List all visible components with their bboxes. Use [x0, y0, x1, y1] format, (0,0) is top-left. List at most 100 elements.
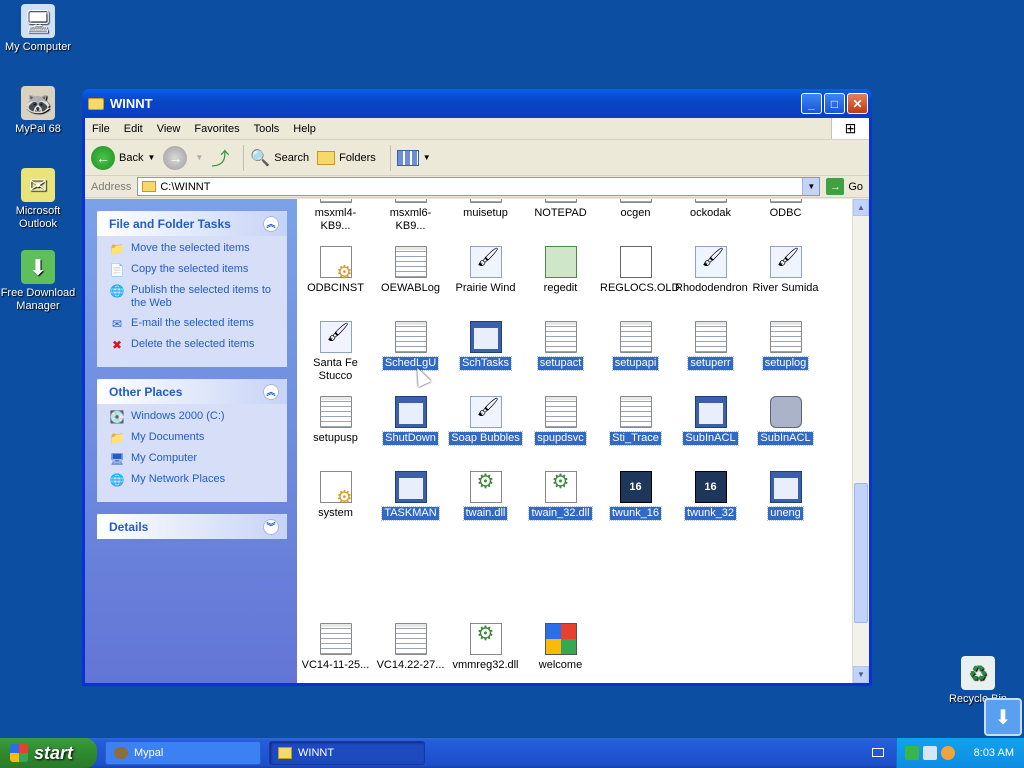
menu-file[interactable]: File	[85, 123, 117, 135]
menu-edit[interactable]: Edit	[117, 123, 150, 135]
file-item[interactable]: SchTasks	[448, 321, 523, 371]
views-icon	[396, 149, 419, 166]
maximize-button[interactable]: □	[824, 93, 845, 114]
file-16-icon: 16	[694, 471, 727, 503]
toolbar: ← Back ▼ → ▼ ⤴ 🔍 Search Folders ▼	[85, 140, 869, 176]
search-button[interactable]: 🔍 Search	[250, 148, 309, 168]
place-network[interactable]: 🌐 My Network Places	[109, 473, 279, 487]
file-item[interactable]: River Sumida	[748, 246, 823, 295]
back-button[interactable]: ← Back ▼	[91, 145, 155, 170]
keyboard-icon[interactable]	[872, 748, 884, 757]
file-item[interactable]: Prairie Wind	[448, 246, 523, 295]
scroll-thumb[interactable]	[854, 483, 868, 623]
expand-icon[interactable]: ︾	[263, 518, 279, 535]
file-item[interactable]: ocgen	[598, 199, 673, 220]
file-item[interactable]: OEWABLog	[373, 246, 448, 295]
task-delete[interactable]: ✖ Delete the selected items	[109, 338, 279, 352]
file-item[interactable]: VC14.22-27...	[373, 623, 448, 672]
file-item[interactable]: setupapi	[598, 321, 673, 371]
file-item[interactable]: SubInACL	[673, 396, 748, 446]
file-item[interactable]: 16 twunk_16	[598, 471, 673, 521]
scroll-down-button[interactable]: ▼	[853, 666, 869, 683]
go-button[interactable]: → Go	[826, 178, 863, 195]
file-item[interactable]: ShutDown	[373, 396, 448, 446]
menu-help[interactable]: Help	[286, 123, 323, 135]
file-item[interactable]: ODBC	[748, 199, 823, 220]
scroll-down-overlay-button[interactable]: ⬇	[984, 698, 1022, 736]
scroll-up-button[interactable]: ▲	[853, 199, 869, 216]
place-windows-drive[interactable]: 💽 Windows 2000 (C:)	[109, 410, 279, 424]
forward-button[interactable]: → ▼	[163, 145, 203, 170]
tray-search-icon[interactable]	[941, 746, 955, 760]
file-item[interactable]: regedit	[523, 246, 598, 295]
file-item[interactable]: 16 twunk_32	[673, 471, 748, 521]
file-item[interactable]: NOTEPAD	[523, 199, 598, 220]
folder-icon	[142, 181, 157, 192]
close-button[interactable]: ✕	[847, 93, 868, 114]
file-item[interactable]: spupdsvc	[523, 396, 598, 446]
views-button[interactable]: ▼	[396, 149, 431, 166]
file-item[interactable]: setuperr	[673, 321, 748, 371]
file-item[interactable]: SchedLgU	[373, 321, 448, 371]
taskbar-item-mypal[interactable]: Mypal	[105, 741, 261, 765]
file-item[interactable]: vmmreg32.dll	[448, 623, 523, 672]
file-item[interactable]: setupusp	[298, 396, 373, 445]
file-item[interactable]: twain.dll	[448, 471, 523, 521]
file-item[interactable]: setuplog	[748, 321, 823, 371]
minimize-button[interactable]: _	[801, 93, 822, 114]
file-item[interactable]: ODBCINST	[298, 246, 373, 295]
task-move[interactable]: 📁 Move the selected items	[109, 242, 279, 256]
file-item[interactable]: REGLOCS.OLD	[598, 246, 679, 295]
up-folder-button[interactable]: ⤴	[211, 145, 229, 171]
desktop-icon-fdm[interactable]: ⬇ Free Download Manager	[0, 250, 76, 313]
clock[interactable]: 8:03 AM	[974, 747, 1014, 759]
file-item[interactable]: Rhododendron	[673, 246, 748, 295]
place-my-documents[interactable]: 📁 My Documents	[109, 431, 279, 445]
task-email[interactable]: ✉ E-mail the selected items	[109, 317, 279, 331]
file-item[interactable]: uneng	[748, 471, 823, 521]
file-item[interactable]: ockodak	[673, 199, 748, 220]
other-places-header[interactable]: Other Places ︽	[97, 379, 287, 404]
collapse-icon[interactable]: ︽	[263, 215, 279, 232]
file-item[interactable]: msxml4-KB9...	[298, 199, 373, 233]
file-item[interactable]: twain_32.dll	[523, 471, 598, 521]
file-item[interactable]: Soap Bubbles	[448, 396, 523, 446]
file-item[interactable]: SubInACL	[748, 396, 823, 446]
file-tasks-header[interactable]: File and Folder Tasks ︽	[97, 211, 287, 236]
title-bar[interactable]: WINNT _ □ ✕	[82, 89, 872, 118]
desktop-icon-mypal[interactable]: 🦝 MyPal 68	[0, 86, 76, 136]
address-input[interactable]: C:\WINNT ▼	[137, 177, 821, 196]
address-dropdown-button[interactable]: ▼	[802, 178, 820, 195]
task-copy[interactable]: 📄 Copy the selected items	[109, 263, 279, 277]
file-item[interactable]: msxml6-KB9...	[373, 199, 448, 233]
desktop-icon-outlook[interactable]: ✉ Microsoft Outlook	[0, 168, 76, 231]
file-item[interactable]: VC14-11-25...	[298, 623, 373, 672]
file-app-icon	[469, 321, 502, 353]
menu-favorites[interactable]: Favorites	[187, 123, 246, 135]
tray-network-icon[interactable]	[923, 746, 937, 760]
file-item[interactable]: Santa Fe Stucco	[298, 321, 373, 383]
vertical-scrollbar[interactable]: ▲ ▼	[852, 199, 869, 683]
file-item[interactable]: muisetup	[448, 199, 523, 220]
collapse-icon[interactable]: ︽	[263, 383, 279, 400]
file-view[interactable]: welcome vmmreg32.dll VC14.22-27... VC14-11-…	[297, 199, 869, 683]
start-button[interactable]: start	[0, 738, 97, 768]
menu-view[interactable]: View	[150, 123, 188, 135]
file-dll-icon	[469, 471, 502, 503]
tray-app-icon[interactable]	[905, 746, 919, 760]
file-item[interactable]: welcome	[523, 623, 598, 672]
folders-button[interactable]: Folders	[317, 150, 376, 165]
file-item[interactable]: TASKMAN	[373, 471, 448, 521]
menu-tools[interactable]: Tools	[247, 123, 287, 135]
details-header[interactable]: Details ︾	[97, 514, 287, 539]
file-name: NOTEPAD	[534, 207, 587, 219]
task-publish[interactable]: 🌐 Publish the selected items to the Web	[109, 284, 279, 310]
toolbar-separator	[389, 144, 391, 171]
place-my-computer[interactable]: 🖥 My Computer	[109, 452, 279, 466]
taskbar-item-winnt[interactable]: WINNT	[269, 741, 425, 765]
desktop-icon-my-computer[interactable]: 🖥 My Computer	[0, 4, 76, 54]
file-item[interactable]: system	[298, 471, 373, 520]
file-item[interactable]: Sti_Trace	[598, 396, 673, 446]
file-item[interactable]: setupact	[523, 321, 598, 371]
desktop-icon-label: My Computer	[4, 41, 72, 53]
